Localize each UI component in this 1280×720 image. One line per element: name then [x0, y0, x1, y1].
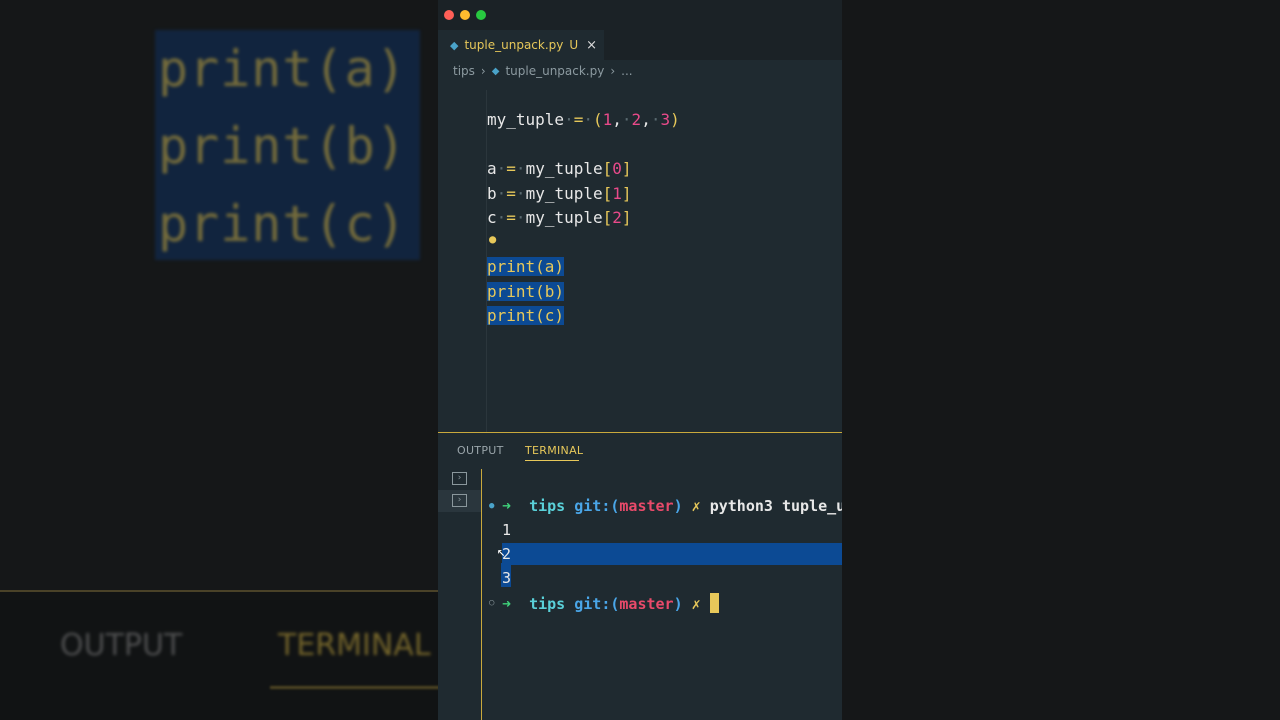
bottom-panel: OUTPUT TERMINAL › › ● ➜ tips git:(master… — [438, 432, 842, 720]
terminal-divider — [481, 469, 482, 720]
code-line-selected: print(b) — [487, 281, 565, 301]
editor-window: ◆ tuple_unpack.py U × tips › ◆ tuple_unp… — [438, 0, 842, 720]
close-icon[interactable]: × — [586, 38, 597, 53]
terminal-cursor — [709, 593, 719, 613]
modified-badge: U — [569, 38, 579, 52]
terminal-icon[interactable]: › — [452, 472, 467, 485]
python-icon: ◆ — [450, 38, 459, 52]
chevron-right-icon: › — [480, 64, 486, 78]
backdrop-code-line: print(a) — [158, 40, 407, 98]
code-line-selected: print(c) — [487, 306, 565, 325]
tab-filename: tuple_unpack.py — [464, 38, 564, 52]
backdrop-right — [842, 0, 1280, 720]
tab-output[interactable]: OUTPUT — [457, 444, 504, 457]
tab-terminal[interactable]: TERMINAL — [525, 444, 583, 457]
code-line: b·=·my_tuple[1] — [487, 183, 632, 203]
command-success-dot-icon[interactable]: ● — [489, 501, 494, 511]
terminal-output-line: 3 — [502, 569, 512, 587]
backdrop-tab-terminal: TERMINAL — [278, 628, 431, 663]
code-line: c·=·my_tuple[2] — [487, 208, 632, 227]
backdrop-tab-output: OUTPUT — [60, 628, 183, 663]
title-bar — [438, 0, 842, 30]
terminal-prompt-line[interactable]: ➜ tips git:(master) ✗ — [502, 593, 719, 614]
python-icon: ◆ — [491, 65, 500, 77]
code-line: a·=·my_tuple[0] — [487, 159, 632, 178]
code-line-selected: print(a) — [487, 257, 565, 276]
chevron-right-icon: › — [610, 64, 616, 78]
terminal-output-line: 1 — [502, 521, 512, 539]
code-editor[interactable]: my_tuple·=·(1,·2,·3) a·=·my_tuple[0] b·=… — [438, 90, 842, 432]
mouse-pointer-icon: ↖ — [497, 544, 506, 560]
terminal-selection — [502, 543, 842, 565]
minimize-window-button[interactable] — [460, 10, 470, 20]
breadcrumb-more[interactable]: ... — [621, 64, 632, 78]
terminal-icon[interactable]: › — [452, 494, 467, 507]
breadcrumb-folder[interactable]: tips — [453, 64, 475, 78]
backdrop-code-line: print(b) — [158, 117, 407, 175]
backdrop-tab-underline — [270, 686, 440, 689]
active-tab-underline — [525, 460, 579, 461]
breadcrumb: tips › ◆ tuple_unpack.py › ... — [453, 64, 633, 78]
breadcrumb-file[interactable]: tuple_unpack.py — [505, 64, 604, 78]
tab-bar: ◆ tuple_unpack.py U × — [438, 30, 842, 60]
command-pending-dot-icon: ○ — [489, 598, 495, 608]
tab-tuple-unpack[interactable]: ◆ tuple_unpack.py U × — [438, 30, 604, 60]
code-line: my_tuple·=·(1,·2,·3) — [487, 110, 680, 129]
terminal-prompt-line: ➜ tips git:(master) ✗ python3 tuple_u — [502, 497, 842, 515]
backdrop-code-line: print(c) — [158, 195, 407, 253]
maximize-window-button[interactable] — [476, 10, 486, 20]
lightbulb-icon[interactable]: ● — [489, 232, 496, 246]
close-window-button[interactable] — [444, 10, 454, 20]
